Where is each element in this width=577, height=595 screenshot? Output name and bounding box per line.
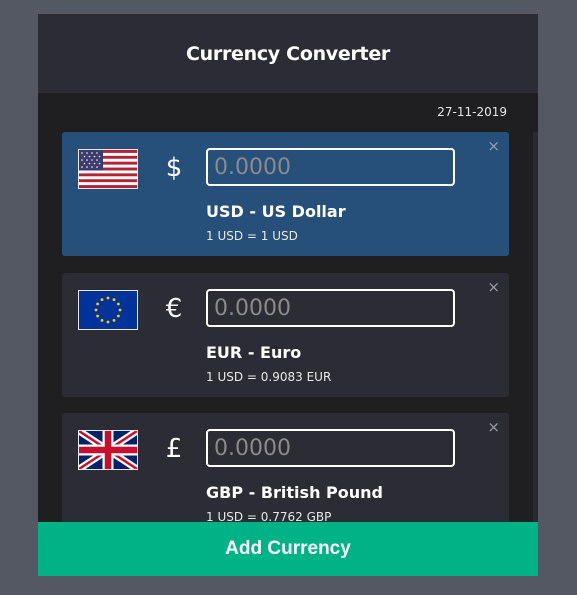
- currency-name: EUR - Euro: [206, 343, 302, 362]
- currency-name: USD - US Dollar: [206, 202, 346, 221]
- add-currency-button[interactable]: Add Currency: [38, 522, 538, 576]
- amount-input-gbp[interactable]: [206, 429, 455, 467]
- currency-name: GBP - British Pound: [206, 483, 383, 502]
- currency-symbol: $: [165, 153, 183, 183]
- rates-date: 27-11-2019: [437, 105, 507, 119]
- close-icon[interactable]: ×: [487, 418, 500, 436]
- uk-flag-icon: [78, 430, 138, 470]
- currency-symbol: £: [165, 434, 183, 464]
- close-icon[interactable]: ×: [487, 137, 500, 155]
- currency-card-usd[interactable]: $ × USD - US Dollar 1 USD = 1 USD: [62, 132, 509, 256]
- currency-symbol: €: [165, 294, 183, 324]
- amount-input-eur[interactable]: [206, 289, 455, 327]
- app-header: Currency Converter: [38, 14, 538, 93]
- exchange-rate: 1 USD = 0.9083 EUR: [206, 370, 332, 384]
- scrollbar[interactable]: [533, 132, 538, 522]
- close-icon[interactable]: ×: [487, 278, 500, 296]
- currency-card-eur[interactable]: € × EUR - Euro 1 USD = 0.9083 EUR: [62, 273, 509, 397]
- currency-card-gbp[interactable]: £ × GBP - British Pound 1 USD = 0.7762 G…: [62, 413, 509, 537]
- page-title: Currency Converter: [186, 42, 390, 65]
- currency-converter-app: Currency Converter 27-11-2019 $ 0.0000 ×…: [38, 14, 538, 576]
- eu-flag-icon: [78, 290, 138, 330]
- amount-input-usd[interactable]: [206, 148, 455, 186]
- us-flag-icon: [78, 149, 138, 189]
- exchange-rate: 1 USD = 1 USD: [206, 229, 298, 243]
